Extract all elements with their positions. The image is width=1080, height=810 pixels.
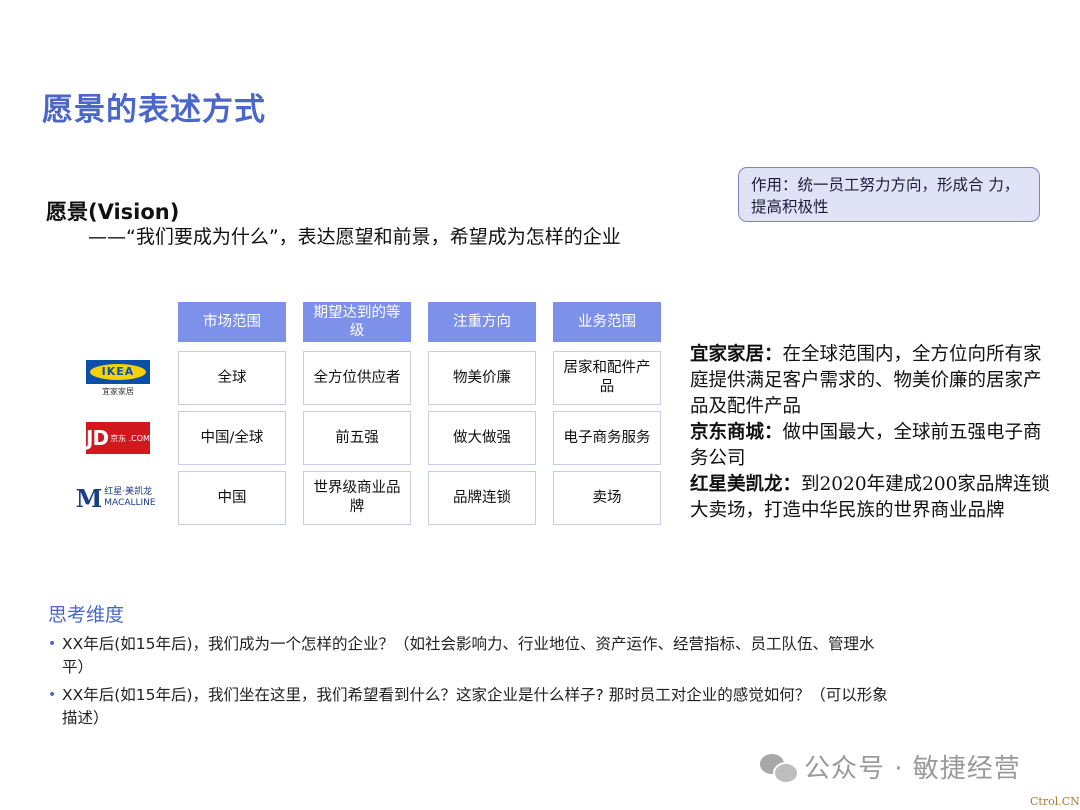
wechat-icon — [760, 752, 799, 784]
corner-mark: Ctrol.CN — [1030, 795, 1080, 808]
vision-heading: 愿景(Vision) — [46, 200, 180, 224]
table-cell: 居家和配件产品 — [553, 351, 661, 405]
bullet-item: • XX年后(如15年后)，我们坐在这里，我们希望看到什么？这家企业是什么样子?… — [48, 684, 888, 730]
table-cell: 全球 — [178, 351, 286, 405]
table-cell: 世界级商业品牌 — [303, 471, 411, 525]
table-header: 业务范围 — [553, 302, 661, 342]
table-cell: 中国/全球 — [178, 411, 286, 465]
table-header: 注重方向 — [428, 302, 536, 342]
table-header: 期望达到的等级 — [303, 302, 411, 342]
macalline-logo: M 红星·美凯龙 MACALLINE — [75, 483, 156, 513]
vision-description: ——“我们要成为什么”，表达愿望和前景，希望成为怎样的企业 — [88, 226, 621, 248]
table-cell: 物美价廉 — [428, 351, 536, 405]
slide-title: 愿景的表述方式 — [42, 92, 266, 128]
table-cell: 全方位供应者 — [303, 351, 411, 405]
bullet-item: • XX年后(如15年后)，我们成为一个怎样的企业？（如社会影响力、行业地位、资… — [48, 633, 888, 679]
table-cell: 前五强 — [303, 411, 411, 465]
ikea-logo: IKEA 宜家家居 — [74, 352, 162, 404]
bullet-dot-icon: • — [48, 636, 57, 652]
table-cell: 电子商务服务 — [553, 411, 661, 465]
company-desc-macalline: 红星美凯龙：到2020年建成200家品牌连锁大卖场，打造中华民族的世界商业品牌 — [690, 474, 1050, 521]
table-cell: 中国 — [178, 471, 286, 525]
table-cell: 做大做强 — [428, 411, 536, 465]
bullet-dot-icon: • — [48, 687, 57, 703]
wechat-watermark: 公众号 · 敏捷经营 — [760, 748, 1021, 785]
table-cell: 品牌连锁 — [428, 471, 536, 525]
table-header: 市场范围 — [178, 302, 286, 342]
company-desc-jd: 京东商城：做中国最大，全球前五强电子商务公司 — [690, 422, 1042, 469]
thinking-bullets: • XX年后(如15年后)，我们成为一个怎样的企业？（如社会影响力、行业地位、资… — [48, 633, 888, 735]
jd-logo: JD 京东 .COM — [74, 414, 162, 462]
company-desc-ikea: 宜家家居：在全球范围内，全方位向所有家庭提供满足客户需求的、物美价廉的居家产品及… — [690, 344, 1042, 417]
table-cell: 卖场 — [553, 471, 661, 525]
callout-box: 作用：统一员工努力方向，形成合 力，提高积极性 — [738, 167, 1040, 222]
company-descriptions: 宜家家居：在全球范围内，全方位向所有家庭提供满足客户需求的、物美价廉的居家产品及… — [690, 342, 1050, 524]
thinking-title: 思考维度 — [48, 604, 125, 626]
